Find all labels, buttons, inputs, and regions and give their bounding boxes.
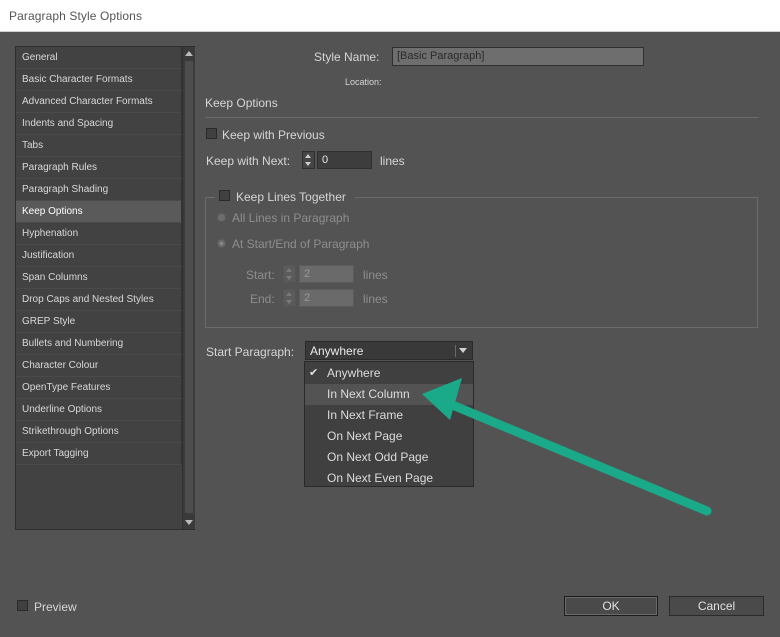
arrow-shaft	[445, 399, 712, 516]
annotation-arrow	[422, 378, 712, 516]
arrow-head	[422, 378, 462, 420]
